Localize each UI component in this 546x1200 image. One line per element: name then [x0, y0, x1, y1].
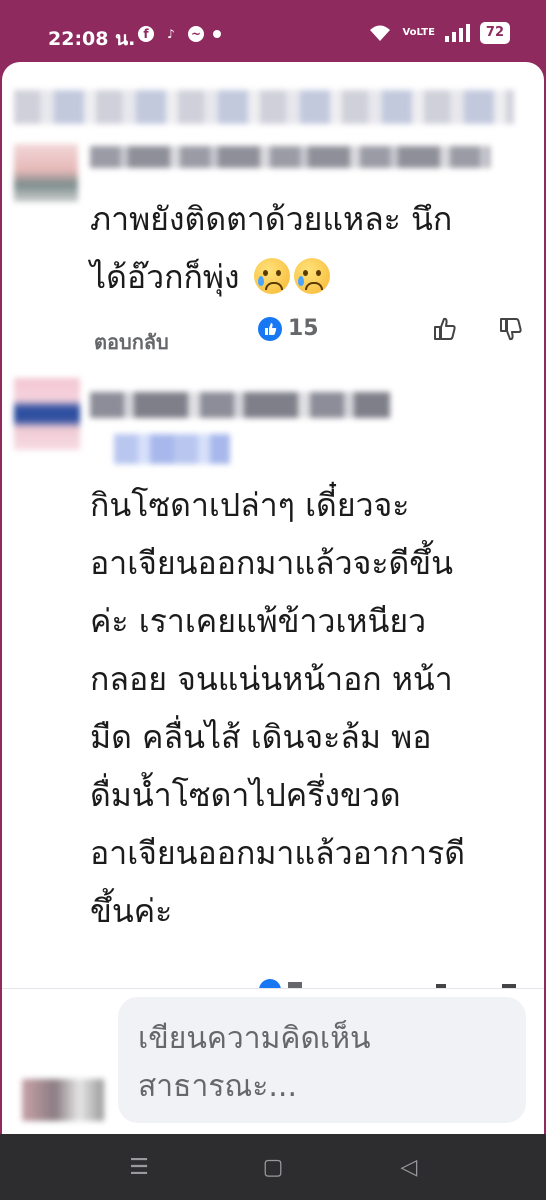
status-time: 22:08 น.	[48, 28, 136, 50]
back-icon[interactable]: ◁	[394, 1154, 424, 1182]
avatar[interactable]	[14, 378, 80, 450]
thumbs-down-icon[interactable]	[498, 316, 524, 342]
tiktok-icon: ♪	[167, 27, 175, 41]
crying-face-icon	[253, 258, 290, 294]
system-icons: VoLTE 72	[368, 22, 510, 44]
blurred-post-header	[14, 90, 514, 124]
thumbs-up-icon[interactable]	[432, 316, 458, 342]
comment-text: กินโซดาเปล่าๆ เดี๋ยวจะ อาเจียนออกมาแล้วจ…	[90, 486, 466, 930]
facebook-icon: f	[138, 26, 154, 42]
navigation-bar: ☰ ▢ ◁	[0, 1134, 546, 1200]
comments-sheet: ภาพยังติดตาด้วยแหละ นึก ได้อ๊วกก็พุ่ง ตอ…	[2, 62, 544, 1134]
comment-composer	[2, 988, 544, 1134]
home-icon[interactable]: ▢	[258, 1154, 288, 1182]
notification-icons: f ♪ ~	[138, 26, 221, 42]
crying-face-icon	[293, 258, 330, 294]
like-icon	[258, 316, 282, 341]
commenter-name[interactable]	[90, 146, 490, 168]
status-bar: 22:08 น. f ♪ ~ VoLTE 72	[0, 0, 546, 62]
comment-input[interactable]	[118, 997, 526, 1123]
menu-icon[interactable]: ☰	[124, 1154, 154, 1182]
dot-icon	[213, 30, 221, 38]
signal-icon	[444, 24, 470, 42]
wifi-icon	[370, 25, 391, 41]
avatar[interactable]	[14, 144, 78, 202]
reply-button[interactable]: ตอบกลับ	[94, 326, 169, 358]
battery-icon: 72	[479, 22, 510, 44]
messenger-icon: ~	[188, 26, 204, 42]
avatar	[22, 1079, 104, 1121]
comment-text: ภาพยังติดตาด้วยแหละ นึก ได้อ๊วกก็พุ่ง	[90, 200, 453, 296]
commenter-badge	[114, 434, 230, 464]
volte-icon: VoLTE	[402, 27, 435, 38]
commenter-name[interactable]	[90, 392, 390, 418]
like-count[interactable]: 15	[258, 316, 319, 341]
